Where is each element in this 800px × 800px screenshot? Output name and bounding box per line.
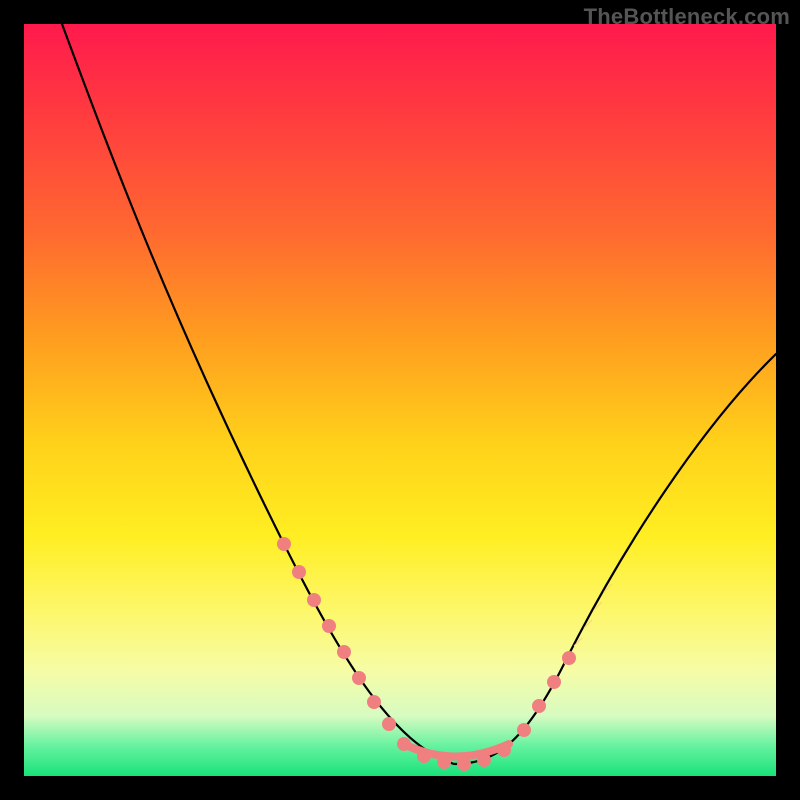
bottleneck-curve — [62, 24, 776, 764]
plot-area — [24, 24, 776, 776]
chart-frame: TheBottleneck.com — [0, 0, 800, 800]
chart-svg — [24, 24, 776, 776]
